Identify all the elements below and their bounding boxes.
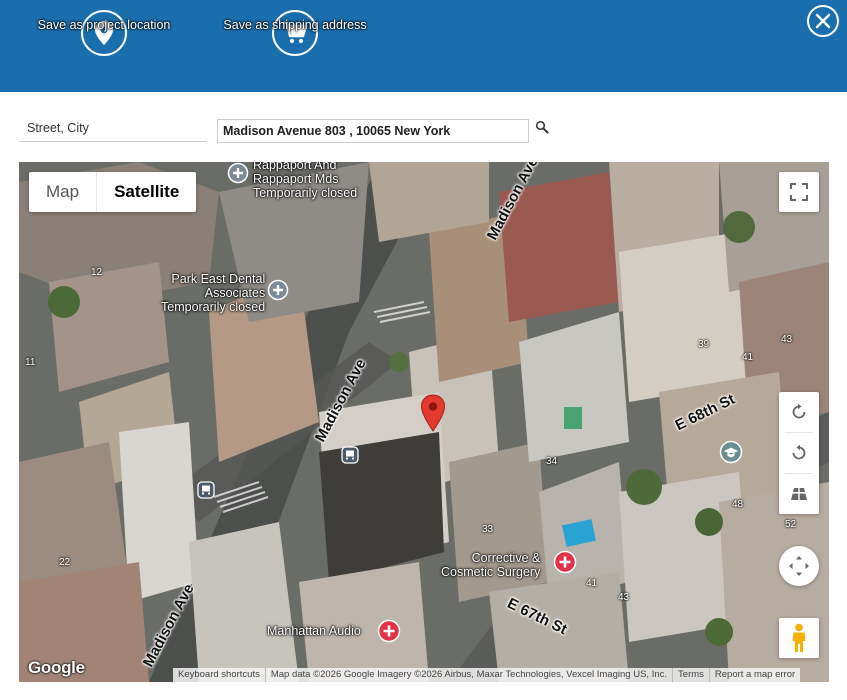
building-number: 33	[482, 524, 494, 535]
map-type-control: Map Satellite	[29, 172, 197, 212]
map-data-attribution: Map data ©2026 Google Imagery ©2026 Airb…	[270, 669, 668, 680]
poi-school-icon[interactable]	[719, 440, 743, 464]
rotate-counterclockwise-button[interactable]	[779, 433, 819, 473]
save-shipping-address-button[interactable]: Save as shipping address	[223, 10, 367, 56]
top-toolbar: Save as project location Save as shippin…	[0, 0, 847, 92]
tilt-icon	[791, 488, 807, 500]
building-number: 39	[698, 339, 710, 350]
pan-arrows-icon	[789, 556, 809, 576]
poi-surgery-icon[interactable]	[553, 550, 577, 574]
map-type-map-tab[interactable]: Map	[29, 172, 98, 212]
map-attribution-bar: Keyboard shortcuts Map data ©2026 Google…	[173, 668, 801, 682]
rotate-clockwise-button[interactable]	[779, 392, 819, 432]
pan-control-button[interactable]	[779, 546, 819, 586]
bus-stop-icon[interactable]	[341, 446, 359, 464]
address-input[interactable]	[217, 119, 529, 143]
report-map-error-link[interactable]: Report a map error	[710, 668, 800, 682]
poi-medical-icon[interactable]	[227, 162, 249, 184]
tilt-button[interactable]	[779, 474, 819, 514]
building-number: 34	[546, 456, 558, 467]
poi-label-rappaport: Rappaport And Rappaport Mds Temporarily …	[253, 162, 358, 200]
bus-stop-icon-2[interactable]	[197, 481, 215, 499]
building-number: 43	[781, 334, 793, 345]
rotate-counterclockwise-icon	[792, 444, 806, 460]
poi-label-park-east-dental: Park East Dental Associates Temporarily …	[161, 272, 266, 314]
magnifier-icon[interactable]	[535, 120, 549, 134]
save-shipping-address-label: Save as shipping address	[223, 18, 367, 32]
location-pin-icon	[81, 10, 127, 56]
close-icon	[815, 13, 831, 29]
shopping-cart-icon	[272, 10, 318, 56]
building-number: 22	[59, 557, 71, 568]
building-number: 11	[25, 357, 36, 368]
save-project-location-button[interactable]: Save as project location	[38, 10, 170, 56]
rotate-clockwise-icon	[792, 403, 806, 419]
building-number: 48	[732, 499, 744, 510]
building-number: 12	[91, 267, 103, 278]
poi-label-manhattan-audio: Manhattan Audio	[267, 624, 361, 638]
satellite-map[interactable]: Map Satellite Rappaport And Rappaport Md…	[19, 162, 829, 682]
map-marker-icon[interactable]	[420, 394, 446, 432]
poi-audio-icon[interactable]	[377, 619, 401, 643]
street-city-label: Street, City	[19, 116, 207, 142]
fullscreen-icon	[790, 183, 808, 201]
building-number: 41	[742, 352, 754, 363]
save-project-location-label: Save as project location	[37, 18, 171, 32]
keyboard-shortcuts-link[interactable]: Keyboard shortcuts	[173, 668, 265, 682]
poi-dental-icon[interactable]	[267, 279, 289, 301]
street-view-pegman-icon	[792, 623, 806, 652]
map-type-satellite-tab[interactable]: Satellite	[97, 172, 196, 212]
building-number: 43	[618, 592, 630, 603]
fullscreen-button[interactable]	[779, 172, 819, 212]
google-logo: Google	[28, 658, 85, 677]
building-number: 52	[785, 519, 797, 530]
close-button[interactable]	[807, 5, 839, 37]
address-search-row: Street, City	[19, 116, 829, 144]
building-number: 41	[586, 578, 598, 589]
rotate-tilt-controls	[779, 392, 819, 514]
street-view-button[interactable]	[779, 618, 819, 658]
poi-label-corrective-surgery: Corrective & Cosmetic Surgery	[441, 551, 541, 579]
terms-link[interactable]: Terms	[673, 668, 709, 682]
